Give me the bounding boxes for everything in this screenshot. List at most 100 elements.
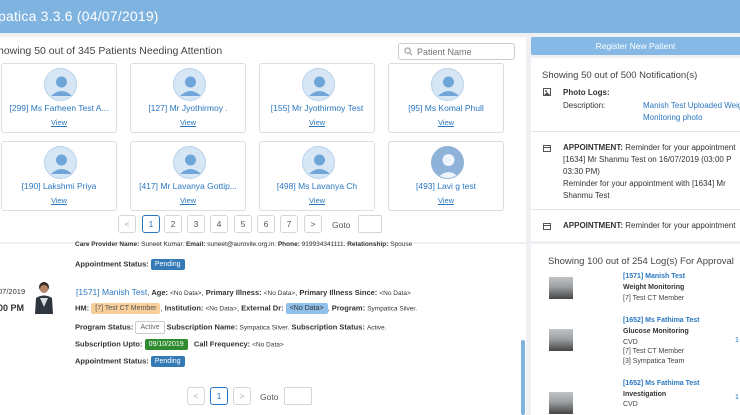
avatar-placeholder-icon	[173, 68, 206, 101]
log-side-link[interactable]: 1	[735, 394, 739, 401]
detail-pager-prev-button[interactable]: <	[187, 387, 205, 405]
patient-name-link[interactable]: [299] Ms Farheen Test A...	[4, 103, 114, 113]
pager-page-5[interactable]: 5	[234, 215, 252, 233]
description-link[interactable]: Manish Test Uploaded Weig	[643, 101, 740, 110]
logs-approval-panel: Showing 100 out of 254 Log(s) For Approv…	[531, 244, 740, 415]
patient-card[interactable]: [417] Mr Lavanya Gottip... View	[130, 141, 246, 211]
log-detail: CVD	[623, 401, 638, 408]
patient-card[interactable]: [95] Ms Komal Phull View	[388, 63, 504, 133]
appointment-notification[interactable]: APPOINTMENT: Reminder for your appointme…	[563, 221, 736, 230]
appointment-date: 07/2019	[0, 287, 26, 296]
log-thumbnail[interactable]	[549, 392, 573, 414]
hm-badge: [7] Test CT Member	[91, 303, 161, 314]
log-type: Investigation	[623, 391, 667, 398]
patient-name-link[interactable]: [498] Ms Lavanya Ch	[262, 181, 372, 191]
patient-card[interactable]: [299] Ms Farheen Test A... View	[1, 63, 117, 133]
appointment-status-row: Appointment Status: Pending	[75, 356, 185, 367]
care-provider-row: Care Provider Name: Suneet Kumar. Email:…	[75, 241, 413, 248]
detail-pager-page-1[interactable]: 1	[210, 387, 228, 405]
patient-name-link[interactable]: [155] Mr Jyothirmoy Test	[262, 103, 372, 113]
avatar-placeholder-icon	[44, 68, 77, 101]
program-status-row: Program Status: Active Subscription Name…	[75, 321, 386, 334]
patient-search-input[interactable]	[417, 45, 512, 58]
goto-page-input[interactable]	[358, 215, 382, 233]
patient-photo-avatar	[33, 280, 55, 314]
pager-page-7[interactable]: 7	[280, 215, 298, 233]
patient-search-box[interactable]	[398, 43, 515, 60]
appointment-status-row: Appointment Status: Pending	[75, 259, 185, 270]
log-patient-link[interactable]: [1652] Ms Fathima Test	[623, 317, 700, 324]
patient-name-link[interactable]: [1571] Manish Test	[76, 287, 147, 297]
avatar-placeholder-icon	[173, 146, 206, 179]
divider	[531, 131, 740, 132]
detail-pager-next-button[interactable]: >	[233, 387, 251, 405]
appointment-notification-line: [1634] Mr Shanmu Test on 16/07/2019 (03:…	[563, 155, 732, 164]
pager-page-2[interactable]: 2	[164, 215, 182, 233]
divider	[531, 209, 740, 210]
appointment-detail-panel: Care Provider Name: Suneet Kumar. Email:…	[0, 241, 526, 415]
patient-name-link[interactable]: [493] Lavi g test	[391, 181, 501, 191]
patient-name-link[interactable]: [95] Ms Komal Phull	[391, 103, 501, 113]
log-detail: [7] Test CT Member	[623, 295, 685, 302]
search-icon	[404, 47, 413, 56]
appointment-notification-line: Reminder for your appointment with [1634…	[563, 179, 726, 188]
app-header: patica 3.3.6 (04/07/2019)	[0, 0, 740, 33]
log-side-link[interactable]: 1	[735, 337, 739, 344]
scrollbar-thumb[interactable]	[521, 340, 525, 415]
log-thumbnail[interactable]	[549, 329, 573, 351]
calendar-icon	[543, 223, 551, 230]
goto-page-input[interactable]	[284, 387, 312, 405]
external-dr-badge: <No Data>	[285, 303, 328, 314]
notifications-panel: Showing 50 out of 500 Notification(s) Ph…	[531, 58, 740, 241]
calendar-icon	[543, 145, 551, 152]
notifications-title: Showing 50 out of 500 Notification(s)	[542, 70, 698, 81]
view-link[interactable]: View	[389, 118, 503, 127]
hm-row: HM: [7] Test CT Member, Institution: <No…	[75, 303, 418, 314]
status-badge: Pending	[150, 259, 185, 270]
log-type: Weight Monitoring	[623, 284, 685, 291]
log-detail: [3] Sympatica Team	[623, 358, 685, 365]
patient-card[interactable]: [155] Mr Jyothirmoy Test View	[259, 63, 375, 133]
pager-prev-button[interactable]: <	[118, 215, 136, 233]
patient-name-link[interactable]: [127] Mr Jyothirmoy .	[133, 103, 243, 113]
goto-label: Goto	[260, 392, 279, 402]
pager-page-6[interactable]: 6	[257, 215, 275, 233]
patient-card[interactable]: [190] Lakshmi Priya View	[1, 141, 117, 211]
register-new-patient-button[interactable]: Register New Patient	[531, 37, 740, 55]
pager-page-4[interactable]: 4	[210, 215, 228, 233]
log-patient-link[interactable]: [1652] Ms Fathima Test	[623, 380, 700, 387]
subscription-row: Subscription Upto: 09/10/2019 Call Frequ…	[75, 339, 284, 350]
appointment-notification[interactable]: APPOINTMENT: Reminder for your appointme…	[563, 143, 736, 152]
goto-label: Goto	[332, 220, 351, 230]
patient-card[interactable]: [127] Mr Jyothirmoy . View	[130, 63, 246, 133]
description-link-line2[interactable]: Monitoring photo	[643, 113, 703, 122]
patients-panel-title: howing 50 out of 345 Patients Needing At…	[0, 45, 223, 57]
photo-icon	[543, 88, 551, 96]
avatar-placeholder-icon	[302, 146, 335, 179]
patient-info-row: [1571] Manish Test, Age: <No Data>, Prim…	[76, 287, 411, 297]
view-link[interactable]: View	[260, 196, 374, 205]
log-detail: [7] Test CT Member	[623, 348, 685, 355]
program-status-badge: Active	[135, 321, 165, 334]
pager-next-button[interactable]: >	[304, 215, 322, 233]
patient-name-link[interactable]: [417] Mr Lavanya Gottip...	[133, 181, 243, 191]
pager-page-1[interactable]: 1	[142, 215, 160, 233]
log-thumbnail[interactable]	[549, 277, 573, 299]
photo-logs-label: Photo Logs:	[563, 88, 610, 97]
avatar-placeholder-icon	[44, 146, 77, 179]
log-patient-link[interactable]: [1571] Manish Test	[623, 273, 685, 280]
pager-page-3[interactable]: 3	[187, 215, 205, 233]
appointment-notification-line: Shanmu Test	[563, 191, 610, 200]
view-link[interactable]: View	[131, 196, 245, 205]
logs-title: Showing 100 out of 254 Log(s) For Approv…	[548, 256, 734, 267]
view-link[interactable]: View	[2, 118, 116, 127]
view-link[interactable]: View	[131, 118, 245, 127]
description-label: Description:	[563, 101, 606, 110]
view-link[interactable]: View	[2, 196, 116, 205]
view-link[interactable]: View	[260, 118, 374, 127]
avatar-placeholder-icon	[302, 68, 335, 101]
patient-name-link[interactable]: [190] Lakshmi Priya	[4, 181, 114, 191]
patient-card[interactable]: [493] Lavi g test View	[388, 141, 504, 211]
view-link[interactable]: View	[389, 196, 503, 205]
patient-card[interactable]: [498] Ms Lavanya Ch View	[259, 141, 375, 211]
